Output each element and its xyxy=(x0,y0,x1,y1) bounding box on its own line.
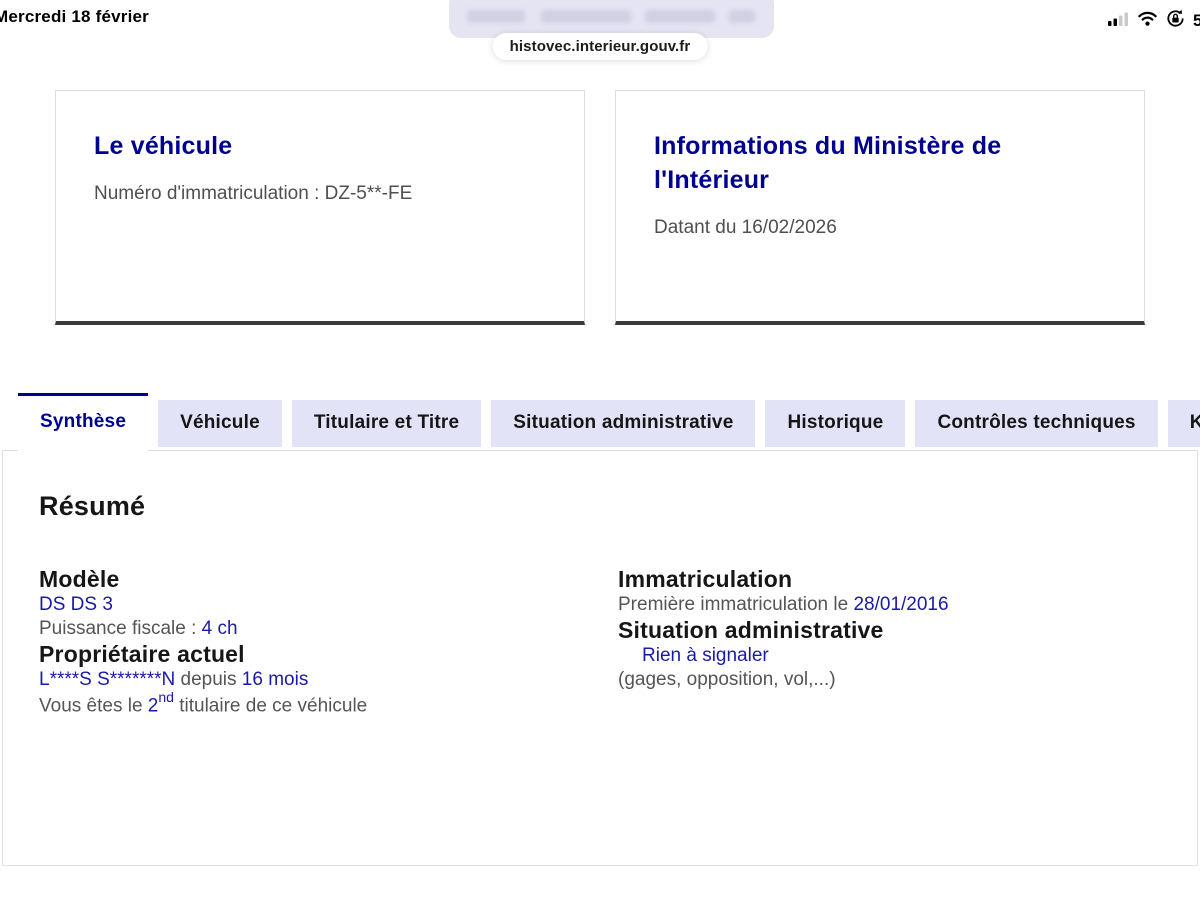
ghost-text-block xyxy=(467,10,525,23)
ministry-card-date: Datant du 16/02/2026 xyxy=(654,214,1106,242)
tab-vehicule[interactable]: Véhicule xyxy=(158,400,282,447)
tab-controles-techniques[interactable]: Contrôles techniques xyxy=(915,400,1157,447)
model-name: DS DS 3 xyxy=(39,593,618,617)
rank-number: 2 xyxy=(148,696,159,717)
ministry-card-title: Informations du Ministère de l'Intérieur xyxy=(654,129,1106,197)
battery-percentage: 56 xyxy=(1193,11,1200,31)
rank-ordinal: nd xyxy=(158,689,174,705)
owner-heading: Propriétaire actuel xyxy=(39,641,618,668)
first-registration-label: Première immatriculation le xyxy=(618,594,853,615)
tab-titulaire-et-titre[interactable]: Titulaire et Titre xyxy=(292,400,481,447)
model-heading: Modèle xyxy=(39,566,618,593)
vehicle-card-title: Le véhicule xyxy=(94,129,546,163)
vehicle-card: Le véhicule Numéro d'immatriculation : D… xyxy=(55,90,585,325)
ghost-text-block xyxy=(645,10,715,23)
owner-masked-name: L****S S*******N xyxy=(39,669,175,690)
fiscal-power-value: 4 ch xyxy=(202,618,238,639)
synthese-panel: Résumé Modèle DS DS 3 Puissance fiscale … xyxy=(2,450,1198,866)
owner-duration: 16 mois xyxy=(242,669,309,690)
ministry-card: Informations du Ministère de l'Intérieur… xyxy=(615,90,1145,325)
header-cards: Le véhicule Numéro d'immatriculation : D… xyxy=(55,90,1145,325)
situation-heading: Situation administrative xyxy=(618,617,1197,644)
tab-synthese[interactable]: Synthèse xyxy=(18,393,148,452)
first-registration-line: Première immatriculation le 28/01/2016 xyxy=(618,593,1197,617)
owner-rank-line: Vous êtes le 2nd titulaire de ce véhicul… xyxy=(39,691,618,718)
safari-ipad-screen: Mercredi 18 février 56 xyxy=(0,0,1200,900)
owner-depuis-label: depuis xyxy=(175,669,242,690)
wifi-icon xyxy=(1137,11,1158,31)
situation-status: Rien à signaler xyxy=(618,644,1197,668)
rank-rest: titulaire de ce véhicule xyxy=(174,696,367,717)
statusbar-date: Mercredi 18 février xyxy=(0,7,149,27)
cellular-signal-icon xyxy=(1108,12,1129,31)
summary-left-column: Modèle DS DS 3 Puissance fiscale : 4 ch … xyxy=(39,566,618,718)
summary-columns: Modèle DS DS 3 Puissance fiscale : 4 ch … xyxy=(3,566,1197,718)
ghost-text-block xyxy=(541,10,631,23)
tab-kilometrage[interactable]: Kilométrage xyxy=(1168,400,1200,447)
vehicle-registration-number: Numéro d'immatriculation : DZ-5**-FE xyxy=(94,180,546,208)
tab-historique[interactable]: Historique xyxy=(765,400,905,447)
owner-line: L****S S*******N depuis 16 mois xyxy=(39,668,618,692)
address-bar[interactable]: histovec.interieur.gouv.fr xyxy=(493,33,708,60)
situation-note: (gages, opposition, vol,...) xyxy=(618,668,1197,692)
fiscal-power-line: Puissance fiscale : 4 ch xyxy=(39,617,618,641)
summary-title: Résumé xyxy=(39,491,1197,522)
report-tabs: Synthèse Véhicule Titulaire et Titre Sit… xyxy=(18,393,1200,452)
summary-right-column: Immatriculation Première immatriculation… xyxy=(618,566,1197,718)
tab-situation-administrative[interactable]: Situation administrative xyxy=(491,400,755,447)
first-registration-date: 28/01/2016 xyxy=(853,594,948,615)
registration-heading: Immatriculation xyxy=(618,566,1197,593)
orientation-lock-icon xyxy=(1166,9,1185,33)
rank-prefix: Vous êtes le xyxy=(39,696,148,717)
statusbar-icons: 56 xyxy=(1108,9,1200,33)
ghost-text-block xyxy=(729,10,755,23)
fiscal-power-label: Puissance fiscale : xyxy=(39,618,202,639)
